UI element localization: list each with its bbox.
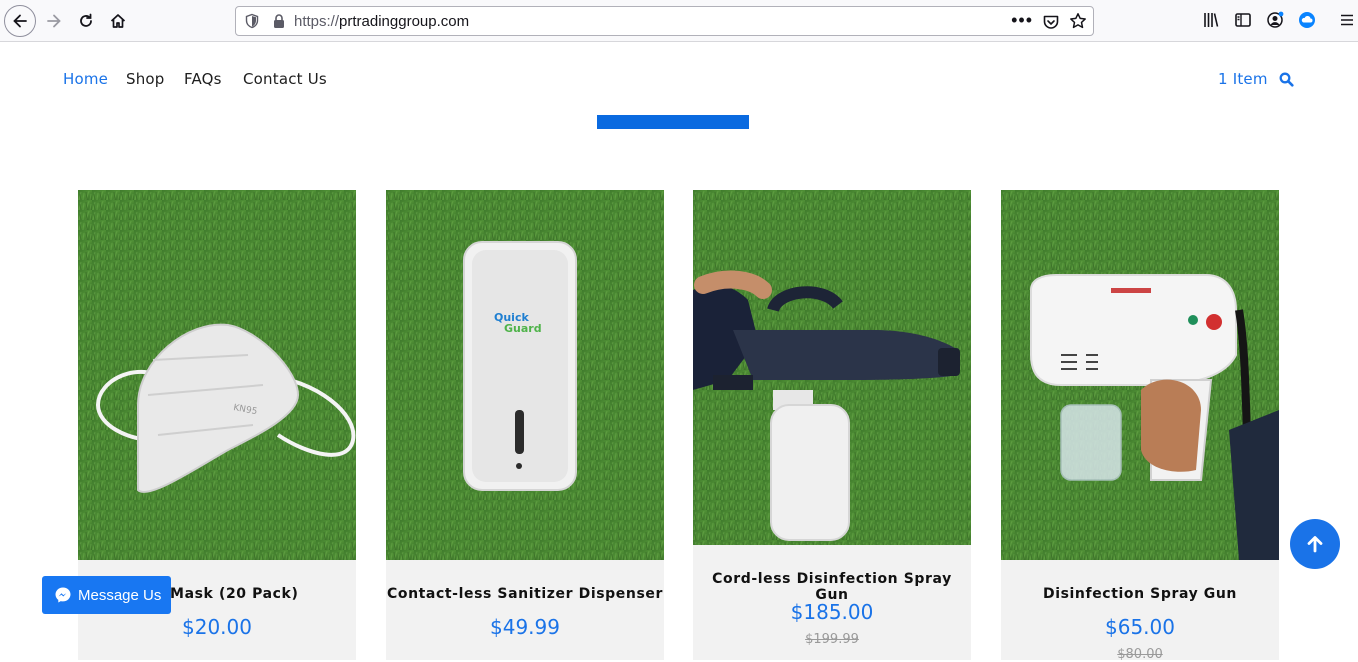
browser-toolbar: https://prtradinggroup.com ••• <box>0 0 1358 42</box>
bookmark-star-icon[interactable] <box>1069 12 1087 35</box>
product-image-spray-gun[interactable] <box>1001 190 1279 560</box>
product-card[interactable]: Cord-less Disinfection Spray Gun $185.00… <box>693 190 971 660</box>
messenger-label: Message Us <box>78 586 162 604</box>
library-icon[interactable] <box>1202 11 1220 34</box>
messenger-icon <box>55 587 71 603</box>
sync-cloud-icon[interactable] <box>1298 11 1316 34</box>
nav-item-home[interactable]: Home <box>63 70 108 88</box>
reload-button[interactable] <box>70 5 102 37</box>
messenger-button[interactable]: Message Us <box>42 576 171 614</box>
product-name[interactable]: Disinfection Spray Gun <box>1001 586 1279 602</box>
menu-icon[interactable] <box>1338 11 1356 34</box>
account-icon[interactable] <box>1266 11 1284 34</box>
lock-icon[interactable] <box>272 13 286 34</box>
site-navigation: Home Shop FAQs Contact Us 1 Item <box>0 42 1358 116</box>
search-icon[interactable] <box>1279 72 1294 92</box>
product-card[interactable]: Disinfection Spray Gun $65.00 $80.00 <box>1001 190 1279 662</box>
back-button[interactable] <box>4 5 36 37</box>
scroll-to-top-button[interactable] <box>1290 519 1340 569</box>
product-price: $185.00 <box>790 600 874 624</box>
nav-item-contact-us[interactable]: Contact Us <box>243 70 327 88</box>
product-old-price: $80.00 <box>1117 647 1163 662</box>
product-price: $65.00 <box>1105 615 1175 639</box>
pocket-icon[interactable] <box>1042 13 1060 36</box>
forward-button[interactable] <box>38 5 70 37</box>
nav-item-faqs[interactable]: FAQs <box>184 70 222 88</box>
home-icon <box>110 14 126 28</box>
product-name[interactable]: Cord-less Disinfection Spray Gun <box>693 571 971 603</box>
page-actions-icon[interactable]: ••• <box>1011 10 1033 31</box>
reload-icon <box>80 13 92 27</box>
tracking-shield-icon[interactable] <box>244 13 260 34</box>
nav-item-shop[interactable]: Shop <box>126 70 165 88</box>
cart-link[interactable]: 1 Item <box>1218 70 1268 88</box>
product-price: $20.00 <box>182 615 252 639</box>
url-bar[interactable]: https://prtradinggroup.com ••• <box>235 6 1094 36</box>
home-button[interactable] <box>102 5 134 37</box>
hero-banner-edge <box>597 115 749 129</box>
url-text[interactable]: https://prtradinggroup.com <box>294 13 469 30</box>
product-name[interactable]: Contact-less Sanitizer Dispenser <box>386 586 664 602</box>
product-price: $49.99 <box>490 615 560 639</box>
sidebar-icon[interactable] <box>1234 11 1252 34</box>
arrow-right-icon <box>47 14 61 28</box>
arrow-up-icon <box>1307 536 1323 553</box>
dispenser-brand-text: Guard <box>504 322 542 335</box>
arrow-left-icon <box>13 14 27 28</box>
product-card[interactable]: Quick Guard Contact-less Sanitizer Dispe… <box>386 190 664 660</box>
product-old-price: $199.99 <box>805 632 859 647</box>
product-image-dispenser[interactable]: Quick Guard <box>386 190 664 560</box>
product-image-cordless-spray-gun[interactable] <box>693 190 971 545</box>
product-image-mask[interactable]: KN95 <box>78 190 356 560</box>
